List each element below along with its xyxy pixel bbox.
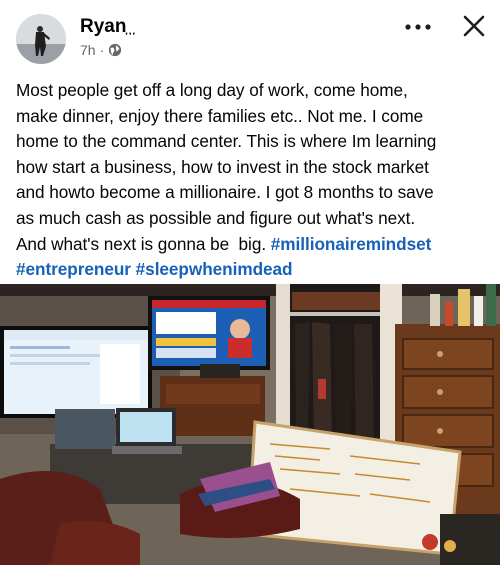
post-text-line: as much cash as possible and figure out … [16,207,416,228]
avatar-image [16,14,66,64]
post-time[interactable]: 7h [80,42,96,58]
post-text-line: make dinner, enjoy there families etc.. … [16,105,424,126]
globe-icon [108,43,122,57]
more-horizontal-icon [405,24,431,30]
post-text-line-with-hashtag: And what's next is gonna be big. #millio… [16,232,490,258]
hashtag-link[interactable]: #sleepwhenimdead [136,259,293,279]
post-body: Most people get off a long day of work, … [16,78,490,283]
hashtag-link[interactable]: #millionairemindset [271,234,432,254]
close-button[interactable] [454,6,494,46]
author-name[interactable]: Ryan̦ ̦ ̦ [80,16,134,38]
hashtag-line: #entrepreneur #sleepwhenimdead [16,257,490,283]
more-options-button[interactable] [398,12,438,42]
hashtag-link[interactable]: #entrepreneur [16,259,131,279]
meta-separator: · [99,42,105,58]
close-icon [463,15,485,37]
author-name-suffix: ̦ ̦ ̦ [126,20,134,35]
post-header: Ryan̦ ̦ ̦ 7h · [0,0,500,72]
author-name-text[interactable]: Ryan [80,16,126,37]
post-text-line: and howto become a millionaire. I got 8 … [16,182,434,203]
post-meta: 7h · [80,42,122,58]
post-text-line: how start a business, how to invest in t… [16,156,429,177]
command-center-photo [0,284,500,565]
post-text-line: Most people get off a long day of work, … [16,80,408,100]
post-photo[interactable] [0,284,500,565]
avatar[interactable] [16,14,66,64]
post-text-line: And what's next is gonna be big. [16,233,271,254]
post-text-line: home to the command center. This is wher… [16,131,437,152]
